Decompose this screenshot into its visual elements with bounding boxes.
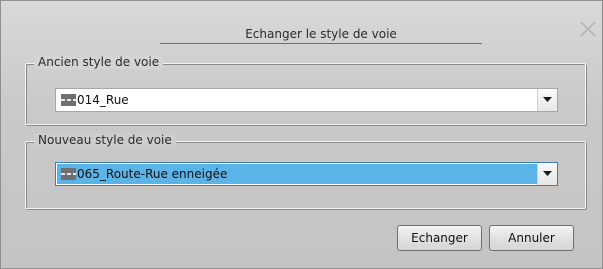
road-style-swatch-icon xyxy=(61,168,76,180)
old-style-field[interactable]: 014_Rue xyxy=(57,90,537,110)
exchange-button[interactable]: Echanger xyxy=(397,225,482,251)
new-style-field[interactable]: 065_Route-Rue enneigée xyxy=(57,164,537,184)
old-style-group: Ancien style de voie 014_Rue xyxy=(25,55,586,125)
dialog-window: Echanger le style de voie Ancien style d… xyxy=(0,0,603,269)
old-style-combobox[interactable]: 014_Rue xyxy=(55,88,558,112)
road-style-swatch-icon xyxy=(61,94,76,106)
chevron-down-icon xyxy=(543,97,552,102)
new-style-combobox[interactable]: 065_Route-Rue enneigée xyxy=(55,162,558,186)
chevron-down-icon xyxy=(543,171,552,176)
old-style-legend: Ancien style de voie xyxy=(34,55,164,69)
old-style-value: 014_Rue xyxy=(77,93,129,107)
title-underline xyxy=(160,43,482,44)
close-icon xyxy=(580,21,596,37)
new-style-legend: Nouveau style de voie xyxy=(34,133,176,147)
close-button[interactable] xyxy=(577,18,599,40)
old-style-dropdown-button[interactable] xyxy=(537,89,557,111)
cancel-button[interactable]: Annuler xyxy=(489,225,574,251)
new-style-value: 065_Route-Rue enneigée xyxy=(77,167,228,181)
new-style-dropdown-button[interactable] xyxy=(537,163,557,185)
new-style-group: Nouveau style de voie 065_Route-Rue enne… xyxy=(25,133,586,209)
dialog-title: Echanger le style de voie xyxy=(245,27,397,41)
